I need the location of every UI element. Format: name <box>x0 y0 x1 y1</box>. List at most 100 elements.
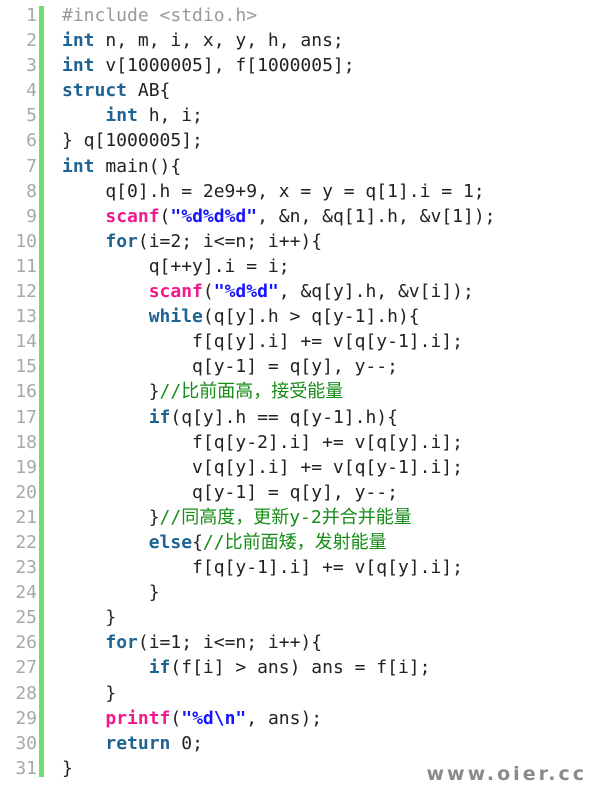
code-line[interactable]: int h, i; <box>62 103 597 128</box>
code-token-comment: //同高度，更新y-2并合并能量 <box>159 506 412 528</box>
code-line[interactable]: f[q[y-2].i] += v[q[y].i]; <box>62 430 597 455</box>
line-number: 26 <box>15 632 37 654</box>
code-line[interactable]: int n, m, i, x, y, h, ans; <box>62 28 597 53</box>
code-content-area[interactable]: #include <stdio.h> int n, m, i, x, y, h, … <box>44 0 597 791</box>
code-line[interactable]: }//比前面高，接受能量 <box>62 379 597 404</box>
code-token-plain: AB{ <box>127 80 171 102</box>
code-line[interactable]: q[y-1] = q[y], y--; <box>62 480 597 505</box>
code-line[interactable]: v[q[y].i] += v[q[y-1].i]; <box>62 455 597 480</box>
line-number: 7 <box>26 155 37 177</box>
code-token-plain: ( <box>159 205 171 227</box>
code-token-plain: v[1000005], f[1000005]; <box>94 55 355 77</box>
code-line[interactable]: } <box>62 681 597 706</box>
code-viewer: 1 2 3 4 5 6 7 8 9 10 11 12 13 14 15 16 17 18 19 20 21 22 23 24 2… <box>0 0 597 791</box>
code-line[interactable]: int v[1000005], f[1000005]; <box>62 53 597 78</box>
code-line[interactable]: scanf("%d%d", &q[y].h, &v[i]); <box>62 279 597 304</box>
line-number: 23 <box>15 557 37 579</box>
line-number: 4 <box>26 80 37 102</box>
code-token-plain: (f[i] > ans) ans = f[i]; <box>170 657 431 679</box>
code-line[interactable]: } q[1000005]; <box>62 128 597 153</box>
line-number: 25 <box>15 607 37 629</box>
line-number: 14 <box>15 331 37 353</box>
code-token-keyword: return <box>105 732 171 754</box>
line-number: 1 <box>26 5 37 26</box>
code-line[interactable]: q[y-1] = q[y], y--; <box>62 354 597 379</box>
code-token-plain: q[y-1] = q[y], y--; <box>62 481 398 503</box>
code-token-plain: ( <box>170 707 182 729</box>
line-number: 16 <box>15 381 37 403</box>
code-line[interactable]: q[++y].i = i; <box>62 254 597 279</box>
code-token-plain: } q[1000005]; <box>62 130 203 152</box>
code-line[interactable]: else{//比前面矮，发射能量 <box>62 530 597 555</box>
code-token-comment: //比前面矮，发射能量 <box>202 531 387 553</box>
code-token-plain: (q[y].h > q[y-1].h){ <box>202 306 420 328</box>
code-line[interactable]: f[q[y-1].i] += v[q[y].i]; <box>62 555 597 580</box>
code-token-plain: q[y-1] = q[y], y--; <box>62 356 398 378</box>
code-line[interactable]: int main(){ <box>62 154 597 179</box>
code-token-plain: } <box>62 381 160 403</box>
code-token-plain: , &q[y].h, &v[i]); <box>278 281 474 303</box>
line-number: 18 <box>15 431 37 453</box>
code-token-plain: q[0].h = 2e9+9, x = y = q[1].i = 1; <box>62 180 485 202</box>
code-line[interactable]: q[0].h = 2e9+9, x = y = q[1].i = 1; <box>62 179 597 204</box>
code-token-keyword: else <box>148 531 193 553</box>
line-number: 24 <box>15 582 37 604</box>
code-line[interactable]: #include <stdio.h> <box>62 3 597 28</box>
line-number: 29 <box>15 707 37 729</box>
line-number: 28 <box>15 682 37 704</box>
code-token-keyword: struct <box>62 80 128 102</box>
code-line[interactable]: } <box>62 580 597 605</box>
line-number: 6 <box>26 130 37 152</box>
line-number: 20 <box>15 481 37 503</box>
code-line[interactable]: scanf("%d%d%d", &n, &q[1].h, &v[1]); <box>62 204 597 229</box>
code-line[interactable]: for(i=2; i<=n; i++){ <box>62 229 597 254</box>
code-token-plain: , &n, &q[1].h, &v[1]); <box>257 205 496 227</box>
code-token-comment: //比前面高，接受能量 <box>159 381 344 403</box>
code-line[interactable]: printf("%d\n", ans); <box>62 706 597 731</box>
code-token-plain: } <box>62 682 117 704</box>
code-line[interactable]: if(q[y].h == q[y-1].h){ <box>62 405 597 430</box>
code-token-string: "%d\n" <box>181 707 247 729</box>
gutter-accent-bar <box>39 6 44 777</box>
code-token-keyword: int <box>105 105 138 127</box>
code-token-plain: f[q[y-1].i] += v[q[y].i]; <box>62 557 463 579</box>
line-number: 2 <box>26 30 37 52</box>
line-number: 13 <box>15 306 37 328</box>
code-token-plain: { <box>192 531 203 553</box>
line-numbers-list: 1 2 3 4 5 6 7 8 9 10 11 12 13 14 15 16 17 18 19 20 21 22 23 24 2… <box>0 3 44 781</box>
line-number: 22 <box>15 531 37 553</box>
code-token-plain: , ans); <box>246 707 323 729</box>
code-line[interactable]: return 0; <box>62 731 597 756</box>
line-number: 3 <box>26 55 37 77</box>
code-line[interactable]: f[q[y].i] += v[q[y-1].i]; <box>62 329 597 354</box>
code-line[interactable]: for(i=1; i<=n; i++){ <box>62 630 597 655</box>
code-token-plain: f[q[y].i] += v[q[y-1].i]; <box>62 331 463 353</box>
code-token-function: scanf <box>105 205 160 227</box>
code-token-plain: v[q[y].i] += v[q[y-1].i]; <box>62 456 463 478</box>
line-number: 30 <box>15 732 37 754</box>
code-line[interactable]: if(f[i] > ans) ans = f[i]; <box>62 655 597 680</box>
code-token-plain: ( <box>202 281 214 303</box>
code-token-string: "%d%d" <box>213 281 279 303</box>
code-token-plain: main(){ <box>94 155 182 177</box>
line-number: 5 <box>26 105 37 127</box>
code-token-keyword: for <box>105 230 138 252</box>
code-line[interactable]: }//同高度，更新y-2并合并能量 <box>62 505 597 530</box>
code-line[interactable]: struct AB{ <box>62 78 597 103</box>
code-token-plain: 0; <box>170 732 203 754</box>
code-line[interactable]: while(q[y].h > q[y-1].h){ <box>62 304 597 329</box>
code-token-plain: } <box>62 757 73 779</box>
line-number: 11 <box>15 255 37 277</box>
code-token-plain: (q[y].h == q[y-1].h){ <box>170 406 398 428</box>
code-line[interactable]: } <box>62 605 597 630</box>
code-token-plain: (i=2; i<=n; i++){ <box>137 230 323 252</box>
site-watermark: www.oier.cc <box>426 763 587 785</box>
line-number: 8 <box>26 180 37 202</box>
